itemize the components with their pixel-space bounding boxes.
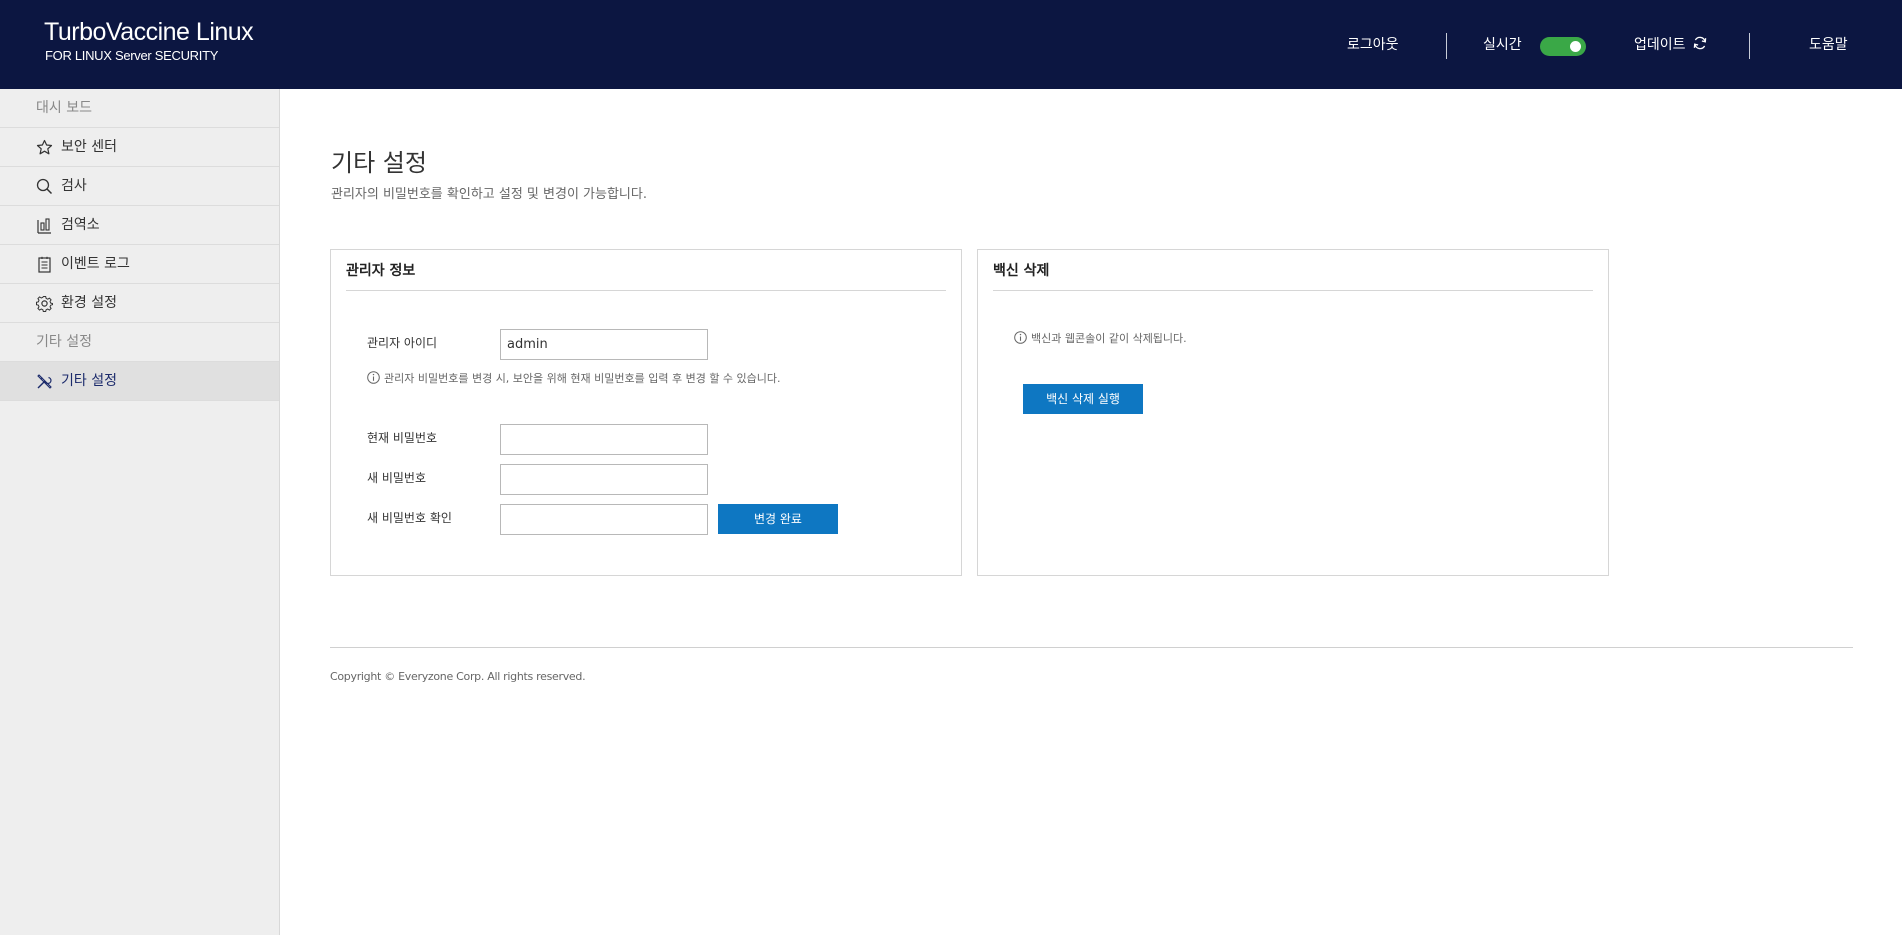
hint-text: 관리자 비밀번호를 변경 시, 보안을 위해 현재 비밀번호를 입력 후 변경 … xyxy=(384,372,781,385)
page-title: 기타 설정 xyxy=(331,149,427,177)
sidebar-item-label: 검사 xyxy=(61,178,87,194)
footer-divider xyxy=(330,647,1853,648)
quarantine-icon xyxy=(37,218,51,234)
confirm-password-label: 새 비밀번호 확인 xyxy=(367,511,452,525)
hint-text: 백신과 웹콘솔이 같이 삭제됩니다. xyxy=(1031,332,1187,345)
sidebar-item-other-settings[interactable]: 기타 설정 xyxy=(0,362,279,401)
header-divider xyxy=(1446,33,1447,59)
header-divider xyxy=(1749,33,1750,59)
brand-subtitle: FOR LINUX Server SECURITY xyxy=(45,48,219,63)
top-header: TurboVaccine Linux FOR LINUX Server SECU… xyxy=(0,0,1902,89)
admin-info-card: 관리자 정보 관리자 아이디 관리자 비밀번호를 변경 시, 보안을 위해 현재… xyxy=(330,249,962,576)
info-icon xyxy=(1014,331,1027,344)
sidebar-item-label: 기타 설정 xyxy=(61,373,117,389)
tools-icon xyxy=(37,374,52,389)
card-title: 백신 삭제 xyxy=(993,263,1050,279)
card-divider xyxy=(993,290,1593,291)
sidebar-item-label: 환경 설정 xyxy=(61,295,117,311)
help-link[interactable]: 도움말 xyxy=(1809,34,1848,54)
uninstall-button[interactable]: 백신 삭제 실행 xyxy=(1023,384,1143,414)
sidebar-item-label: 검역소 xyxy=(61,217,100,233)
realtime-label: 실시간 xyxy=(1483,37,1522,53)
sidebar-item-event-log[interactable]: 이벤트 로그 xyxy=(0,245,279,284)
admin-id-label: 관리자 아이디 xyxy=(367,336,438,350)
sidebar: 대시 보드 보안 센터 검사 검역소 이벤트 로그 환경 설정 기타 설정 기타… xyxy=(0,89,280,935)
sidebar-item-label: 이벤트 로그 xyxy=(61,256,130,272)
gear-icon xyxy=(36,296,53,312)
refresh-icon[interactable] xyxy=(1692,35,1708,51)
page-description: 관리자의 비밀번호를 확인하고 설정 및 변경이 가능합니다. xyxy=(331,187,647,202)
password-hint: 관리자 비밀번호를 변경 시, 보안을 위해 현재 비밀번호를 입력 후 변경 … xyxy=(367,370,781,386)
change-password-button[interactable]: 변경 완료 xyxy=(718,504,838,534)
confirm-password-field[interactable] xyxy=(500,504,708,535)
current-password-field[interactable] xyxy=(500,424,708,455)
admin-id-field[interactable] xyxy=(500,329,708,360)
logout-link[interactable]: 로그아웃 xyxy=(1347,34,1399,54)
new-password-label: 새 비밀번호 xyxy=(367,471,427,485)
sidebar-item-security-center[interactable]: 보안 센터 xyxy=(0,128,279,167)
log-icon xyxy=(38,256,51,273)
copyright-text: Copyright © Everyzone Corp. All rights r… xyxy=(330,670,586,683)
uninstall-card: 백신 삭제 백신과 웹콘솔이 같이 삭제됩니다. 백신 삭제 실행 xyxy=(977,249,1609,576)
update-link[interactable]: 업데이트 xyxy=(1634,34,1686,54)
sidebar-item-scan[interactable]: 검사 xyxy=(0,167,279,206)
search-icon xyxy=(36,178,53,195)
sidebar-section-dashboard: 대시 보드 xyxy=(0,89,279,128)
sidebar-item-quarantine[interactable]: 검역소 xyxy=(0,206,279,245)
uninstall-hint: 백신과 웹콘솔이 같이 삭제됩니다. xyxy=(1014,330,1187,346)
current-password-label: 현재 비밀번호 xyxy=(367,431,438,445)
info-icon xyxy=(367,371,380,384)
sidebar-section-other: 기타 설정 xyxy=(0,323,279,362)
realtime-toggle[interactable] xyxy=(1540,37,1586,56)
card-title: 관리자 정보 xyxy=(346,263,416,279)
sidebar-item-settings[interactable]: 환경 설정 xyxy=(0,284,279,323)
brand-title: TurboVaccine Linux xyxy=(44,18,254,46)
sidebar-item-label: 보안 센터 xyxy=(61,139,117,155)
card-divider xyxy=(346,290,946,291)
new-password-field[interactable] xyxy=(500,464,708,495)
star-icon xyxy=(36,139,53,155)
toggle-knob xyxy=(1570,41,1581,52)
